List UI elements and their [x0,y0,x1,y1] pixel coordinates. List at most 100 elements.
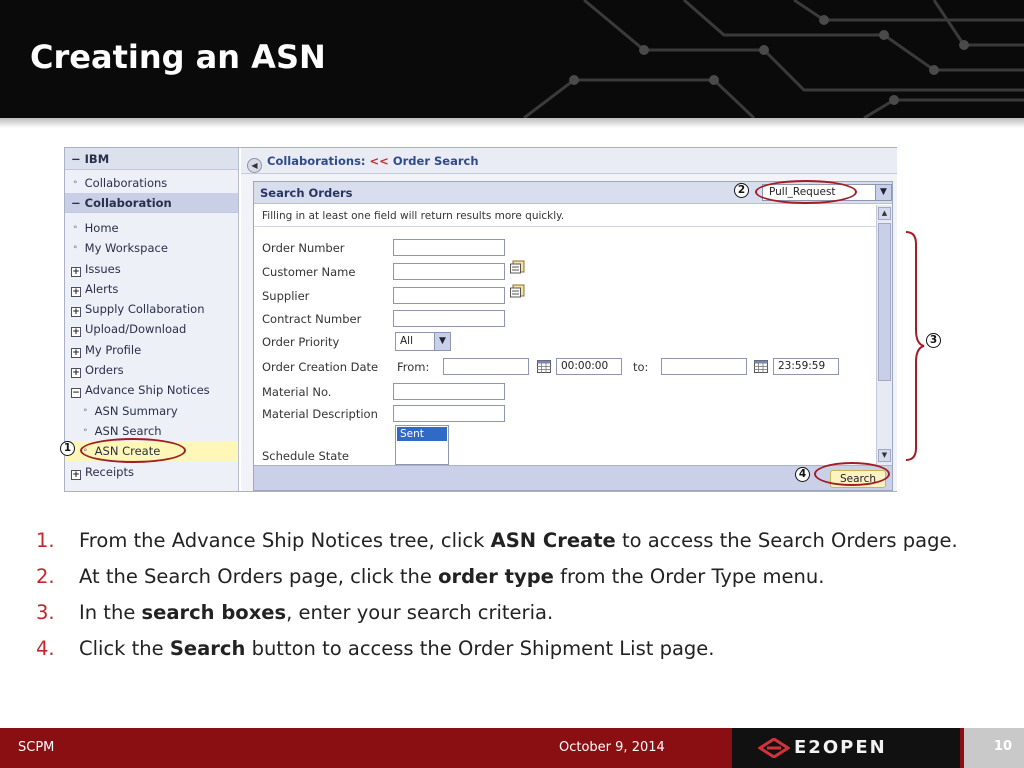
instruction-step: 4. Click the Search button to access the … [36,635,976,663]
brand-chevron-icon [758,738,790,758]
collapse-icon: − [71,152,81,166]
slide-title: Creating an ASN [30,38,326,76]
order-creation-date-label: Order Creation Date [262,360,379,374]
order-number-input[interactable] [393,239,505,256]
callout-ring-asn-create [80,438,186,463]
brand-logo: E2OPEN [732,728,960,768]
supplier-label: Supplier [262,289,310,303]
breadcrumb: ◀ Collaborations: << Order Search [241,148,897,174]
step-number: 2. [36,565,55,588]
material-description-label: Material Description [262,407,378,421]
material-no-label: Material No. [262,385,332,399]
breadcrumb-prefix: Collaborations: [267,154,366,168]
schedule-state-option[interactable]: Sent [397,427,447,441]
nav-item-receipts[interactable]: + Receipts [65,462,238,482]
nav-item-label: Home [84,221,119,235]
from-date-input[interactable] [443,358,529,375]
nav-item-collaborations[interactable]: ° Collaborations [65,173,238,193]
step-text: button to access the Order Shipment List… [245,637,715,660]
supplier-input[interactable] [393,287,505,304]
nav-section-collaboration[interactable]: − Collaboration [65,193,238,213]
nav-item-advance-ship-notices[interactable]: − Advance Ship Notices [65,380,238,400]
to-time-value: 23:59:59 [778,360,826,372]
to-date-input[interactable] [661,358,747,375]
hint-text: Filling in at least one field will retur… [254,205,876,227]
order-priority-value: All [400,335,414,347]
nav-item-label: Orders [85,363,124,377]
nav-item-issues[interactable]: + Issues [65,259,238,279]
order-priority-label: Order Priority [262,335,340,349]
collapse-icon[interactable]: − [71,388,81,398]
nav-item-alerts[interactable]: + Alerts [65,279,238,299]
from-label: From: [397,360,430,374]
nav-item-asn-summary[interactable]: ° ASN Summary [65,401,238,421]
nav-item-my-workspace[interactable]: ° My Workspace [65,238,238,258]
nav-item-upload-download[interactable]: + Upload/Download [65,319,238,339]
bullet-icon: ° [83,428,88,438]
lookup-icon[interactable] [510,284,525,298]
chevron-down-icon[interactable]: ▼ [875,185,891,200]
expand-icon[interactable]: + [71,327,81,337]
bullet-icon: ° [73,245,78,255]
scroll-thumb[interactable] [878,223,891,381]
step-number: 4. [36,637,55,660]
nav-item-supply-collaboration[interactable]: + Supply Collaboration [65,299,238,319]
page-number: 10 [993,739,1012,754]
nav-item-label: Upload/Download [85,322,187,336]
callout-badge-2: 2 [734,183,749,198]
circuit-decoration [523,0,1024,118]
order-priority-select[interactable]: All ▼ [395,332,451,351]
bullet-icon: ° [83,408,88,418]
expand-icon[interactable]: + [71,470,81,480]
step-number: 1. [36,529,55,552]
from-time-value: 00:00:00 [561,360,609,372]
customer-name-input[interactable] [393,263,505,280]
instruction-list: 1. From the Advance Ship Notices tree, cl… [36,527,976,671]
back-arrow-icon[interactable]: ◀ [247,158,262,173]
nav-item-label: Alerts [85,282,119,296]
lookup-icon[interactable] [510,260,525,274]
scroll-up-icon[interactable]: ▲ [878,207,891,220]
expand-icon[interactable]: + [71,267,81,277]
nav-section-label: Collaboration [84,196,172,210]
instruction-step: 1. From the Advance Ship Notices tree, cl… [36,527,976,555]
step-emphasis: Search [169,637,246,660]
schedule-state-listbox[interactable]: Sent [395,425,449,465]
nav-item-orders[interactable]: + Orders [65,360,238,380]
expand-icon[interactable]: + [71,307,81,317]
nav-item-my-profile[interactable]: + My Profile [65,340,238,360]
contract-number-input[interactable] [393,310,505,327]
nav-item-label: Supply Collaboration [85,302,205,316]
vertical-scrollbar[interactable]: ▲ ▼ [876,205,892,465]
nav-item-home[interactable]: ° Home [65,218,238,238]
material-no-input[interactable] [393,383,505,400]
bullet-icon: ° [73,180,78,190]
nav-item-label: ASN Search [94,424,162,438]
to-label: to: [633,360,649,374]
scroll-down-icon[interactable]: ▼ [878,449,891,462]
step-number: 3. [36,601,55,624]
nav-item-label: ASN Summary [94,404,178,418]
callout-brace [905,231,925,461]
expand-icon[interactable]: + [71,368,81,378]
step-emphasis: order type [438,565,554,588]
nav-section-ibm[interactable]: − IBM [65,148,238,170]
breadcrumb-current[interactable]: Order Search [393,154,479,168]
footer-label: SCPM [18,740,55,755]
expand-icon[interactable]: + [71,348,81,358]
calendar-icon[interactable] [754,360,768,373]
nav-item-label: My Profile [85,343,142,357]
instruction-step: 3. In the search boxes, enter your search… [36,599,976,627]
calendar-icon[interactable] [537,360,551,373]
panel-title: Search Orders [260,186,353,200]
nav-item-label: Advance Ship Notices [85,383,210,397]
expand-icon[interactable]: + [71,287,81,297]
nav-item-label: Collaborations [84,176,168,190]
chevron-down-icon[interactable]: ▼ [434,333,450,350]
bullet-icon: ° [73,225,78,235]
material-description-input[interactable] [393,405,505,422]
from-time-input[interactable]: 00:00:00 [556,358,622,375]
step-text: Click the [79,637,170,660]
collapse-icon: − [71,196,81,210]
to-time-input[interactable]: 23:59:59 [773,358,839,375]
